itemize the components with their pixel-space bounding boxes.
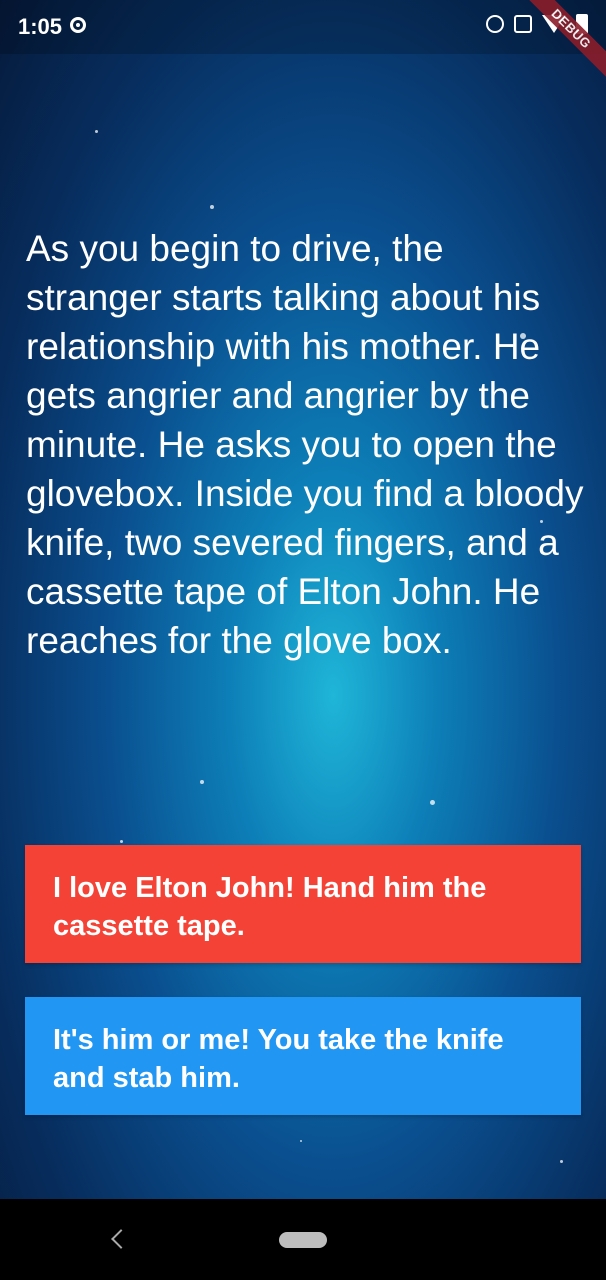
choice-1-button[interactable]: I love Elton John! Hand him the cassette… xyxy=(25,845,581,963)
sync-icon xyxy=(70,17,86,33)
star xyxy=(200,780,204,784)
vibrate-icon xyxy=(514,15,532,33)
home-button[interactable] xyxy=(279,1232,327,1248)
star xyxy=(210,205,214,209)
star xyxy=(120,840,123,843)
star xyxy=(300,1140,302,1142)
choice-2-button[interactable]: It's him or me! You take the knife and s… xyxy=(25,997,581,1115)
alarm-icon xyxy=(486,15,504,33)
star xyxy=(560,1160,563,1163)
status-bar: 1:05 xyxy=(0,0,606,54)
star xyxy=(95,130,98,133)
story-screen: 1:05 DEBUG As you begin to drive, the st… xyxy=(0,0,606,1199)
story-text: As you begin to drive, the stranger star… xyxy=(26,228,584,661)
star xyxy=(430,800,435,805)
status-time: 1:05 xyxy=(18,14,63,39)
